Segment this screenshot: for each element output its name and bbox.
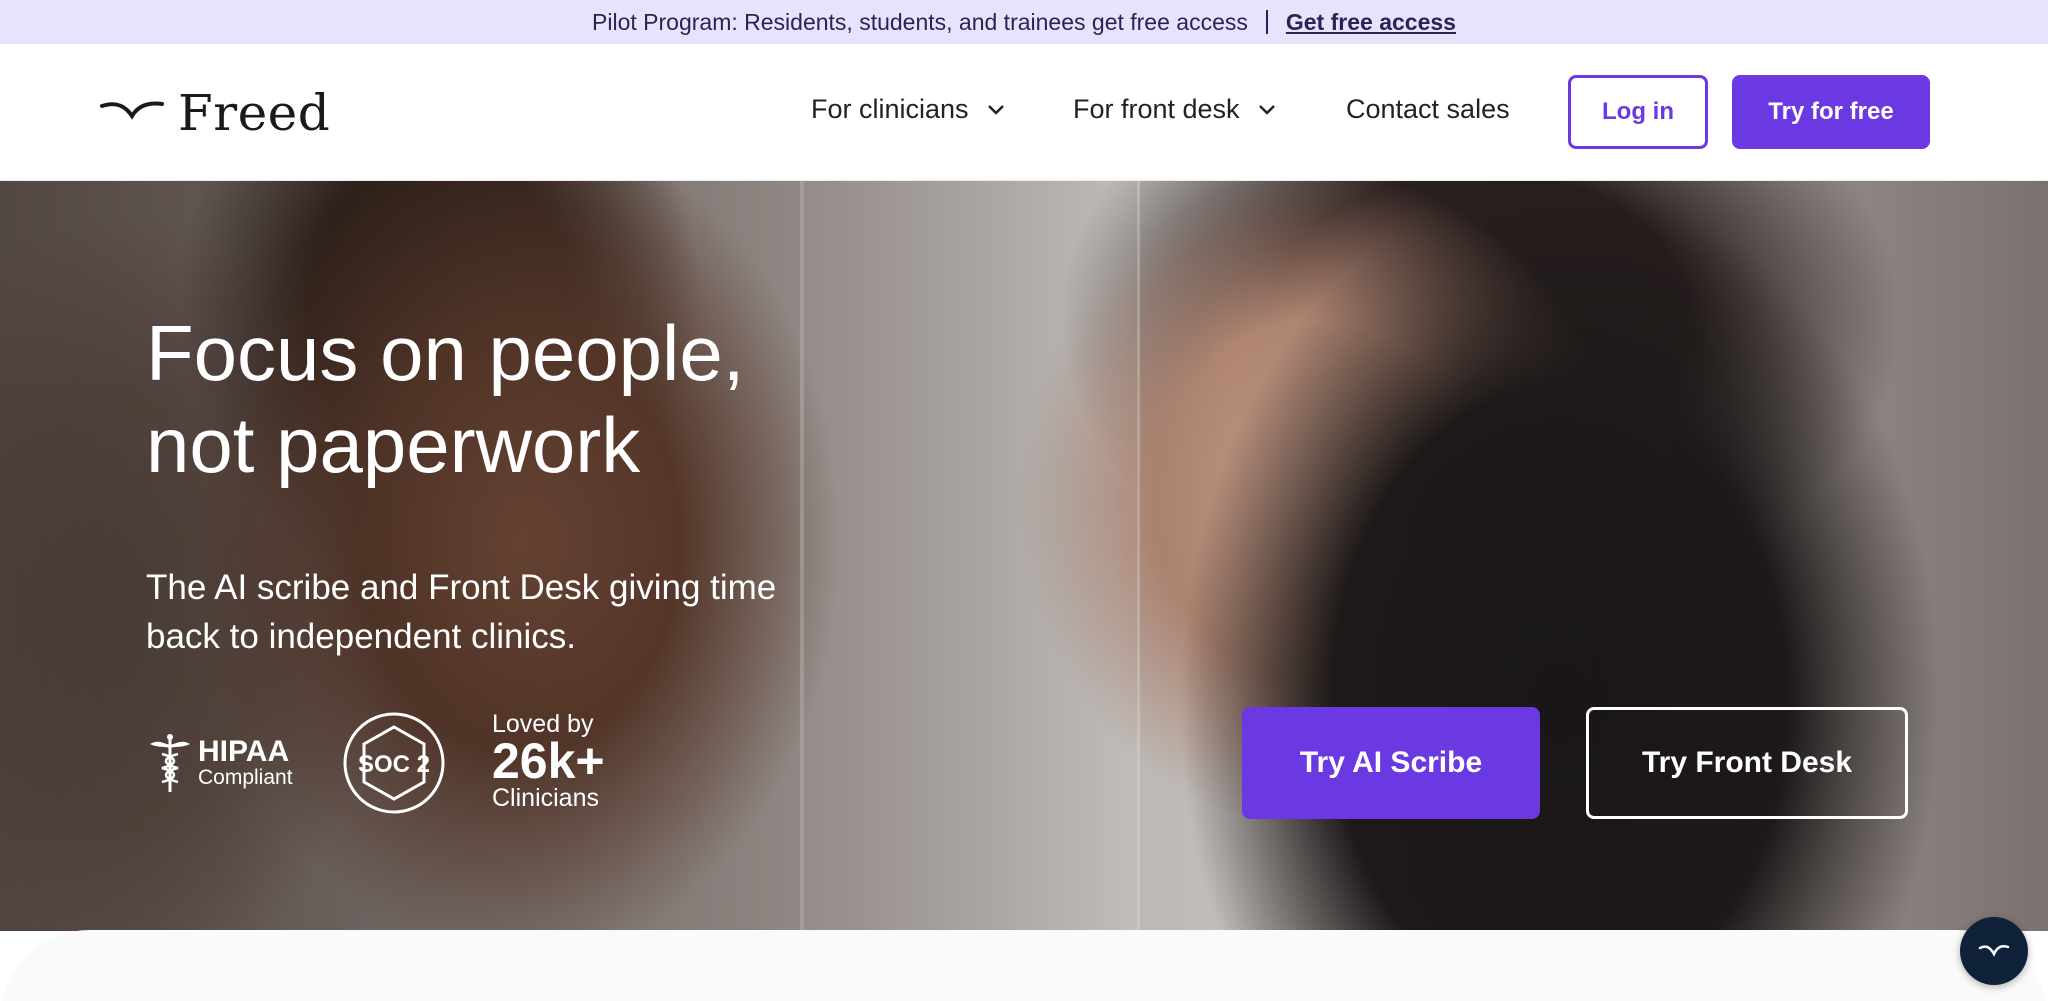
announcement-text: Pilot Program: Residents, students, and … <box>592 8 1248 35</box>
chevron-down-icon <box>987 104 1004 115</box>
login-button[interactable]: Log in <box>1568 75 1708 149</box>
hipaa-subtitle: Compliant <box>198 766 293 789</box>
freed-logo-icon <box>100 101 164 120</box>
nav-item-label: Contact sales <box>1346 94 1510 124</box>
loved-by-badge: Loved by 26k+ Clinicians <box>492 711 605 811</box>
try-for-free-button[interactable]: Try for free <box>1732 75 1930 149</box>
hipaa-badge: HIPAA Compliant <box>146 732 293 794</box>
chat-launcher-button[interactable] <box>1960 917 2028 985</box>
try-ai-scribe-button[interactable]: Try AI Scribe <box>1242 707 1540 819</box>
nav-item-label: For front desk <box>1073 94 1240 124</box>
chevron-down-icon <box>1258 104 1275 115</box>
soc2-badge-icon: SOC 2 <box>343 712 445 814</box>
headline-line-2: not paperwork <box>146 401 641 489</box>
brand-name: Freed <box>178 84 331 142</box>
announcement-divider <box>1265 10 1268 34</box>
nav-contact-sales[interactable]: Contact sales <box>1346 94 1510 125</box>
nav-for-clinicians[interactable]: For clinicians <box>811 94 1005 125</box>
nav-for-front-desk[interactable]: For front desk <box>1073 94 1276 125</box>
announcement-bar: Pilot Program: Residents, students, and … <box>0 0 2048 44</box>
hero-headline: Focus on people, not paperwork <box>146 307 966 491</box>
top-navigation: Freed For clinicians For front desk Cont… <box>0 44 2048 181</box>
chat-launcher-icon <box>1978 945 2010 957</box>
nav-item-label: For clinicians <box>811 94 969 124</box>
clinician-count: 26k+ <box>492 733 605 789</box>
try-front-desk-button[interactable]: Try Front Desk <box>1586 707 1908 819</box>
hero-subhead: The AI scribe and Front Desk giving time… <box>146 568 777 656</box>
hipaa-title: HIPAA <box>198 735 290 768</box>
clinicians-label: Clinicians <box>492 784 599 812</box>
next-section-card <box>0 930 2048 1001</box>
brand-logo[interactable]: Freed <box>100 84 330 142</box>
headline-line-1: Focus on people, <box>146 309 745 397</box>
hero-section: Focus on people, not paperwork The AI sc… <box>0 181 2048 931</box>
caduceus-icon <box>150 734 190 792</box>
get-free-access-link[interactable]: Get free access <box>1286 9 1456 36</box>
soc2-label: SOC 2 <box>358 751 430 778</box>
